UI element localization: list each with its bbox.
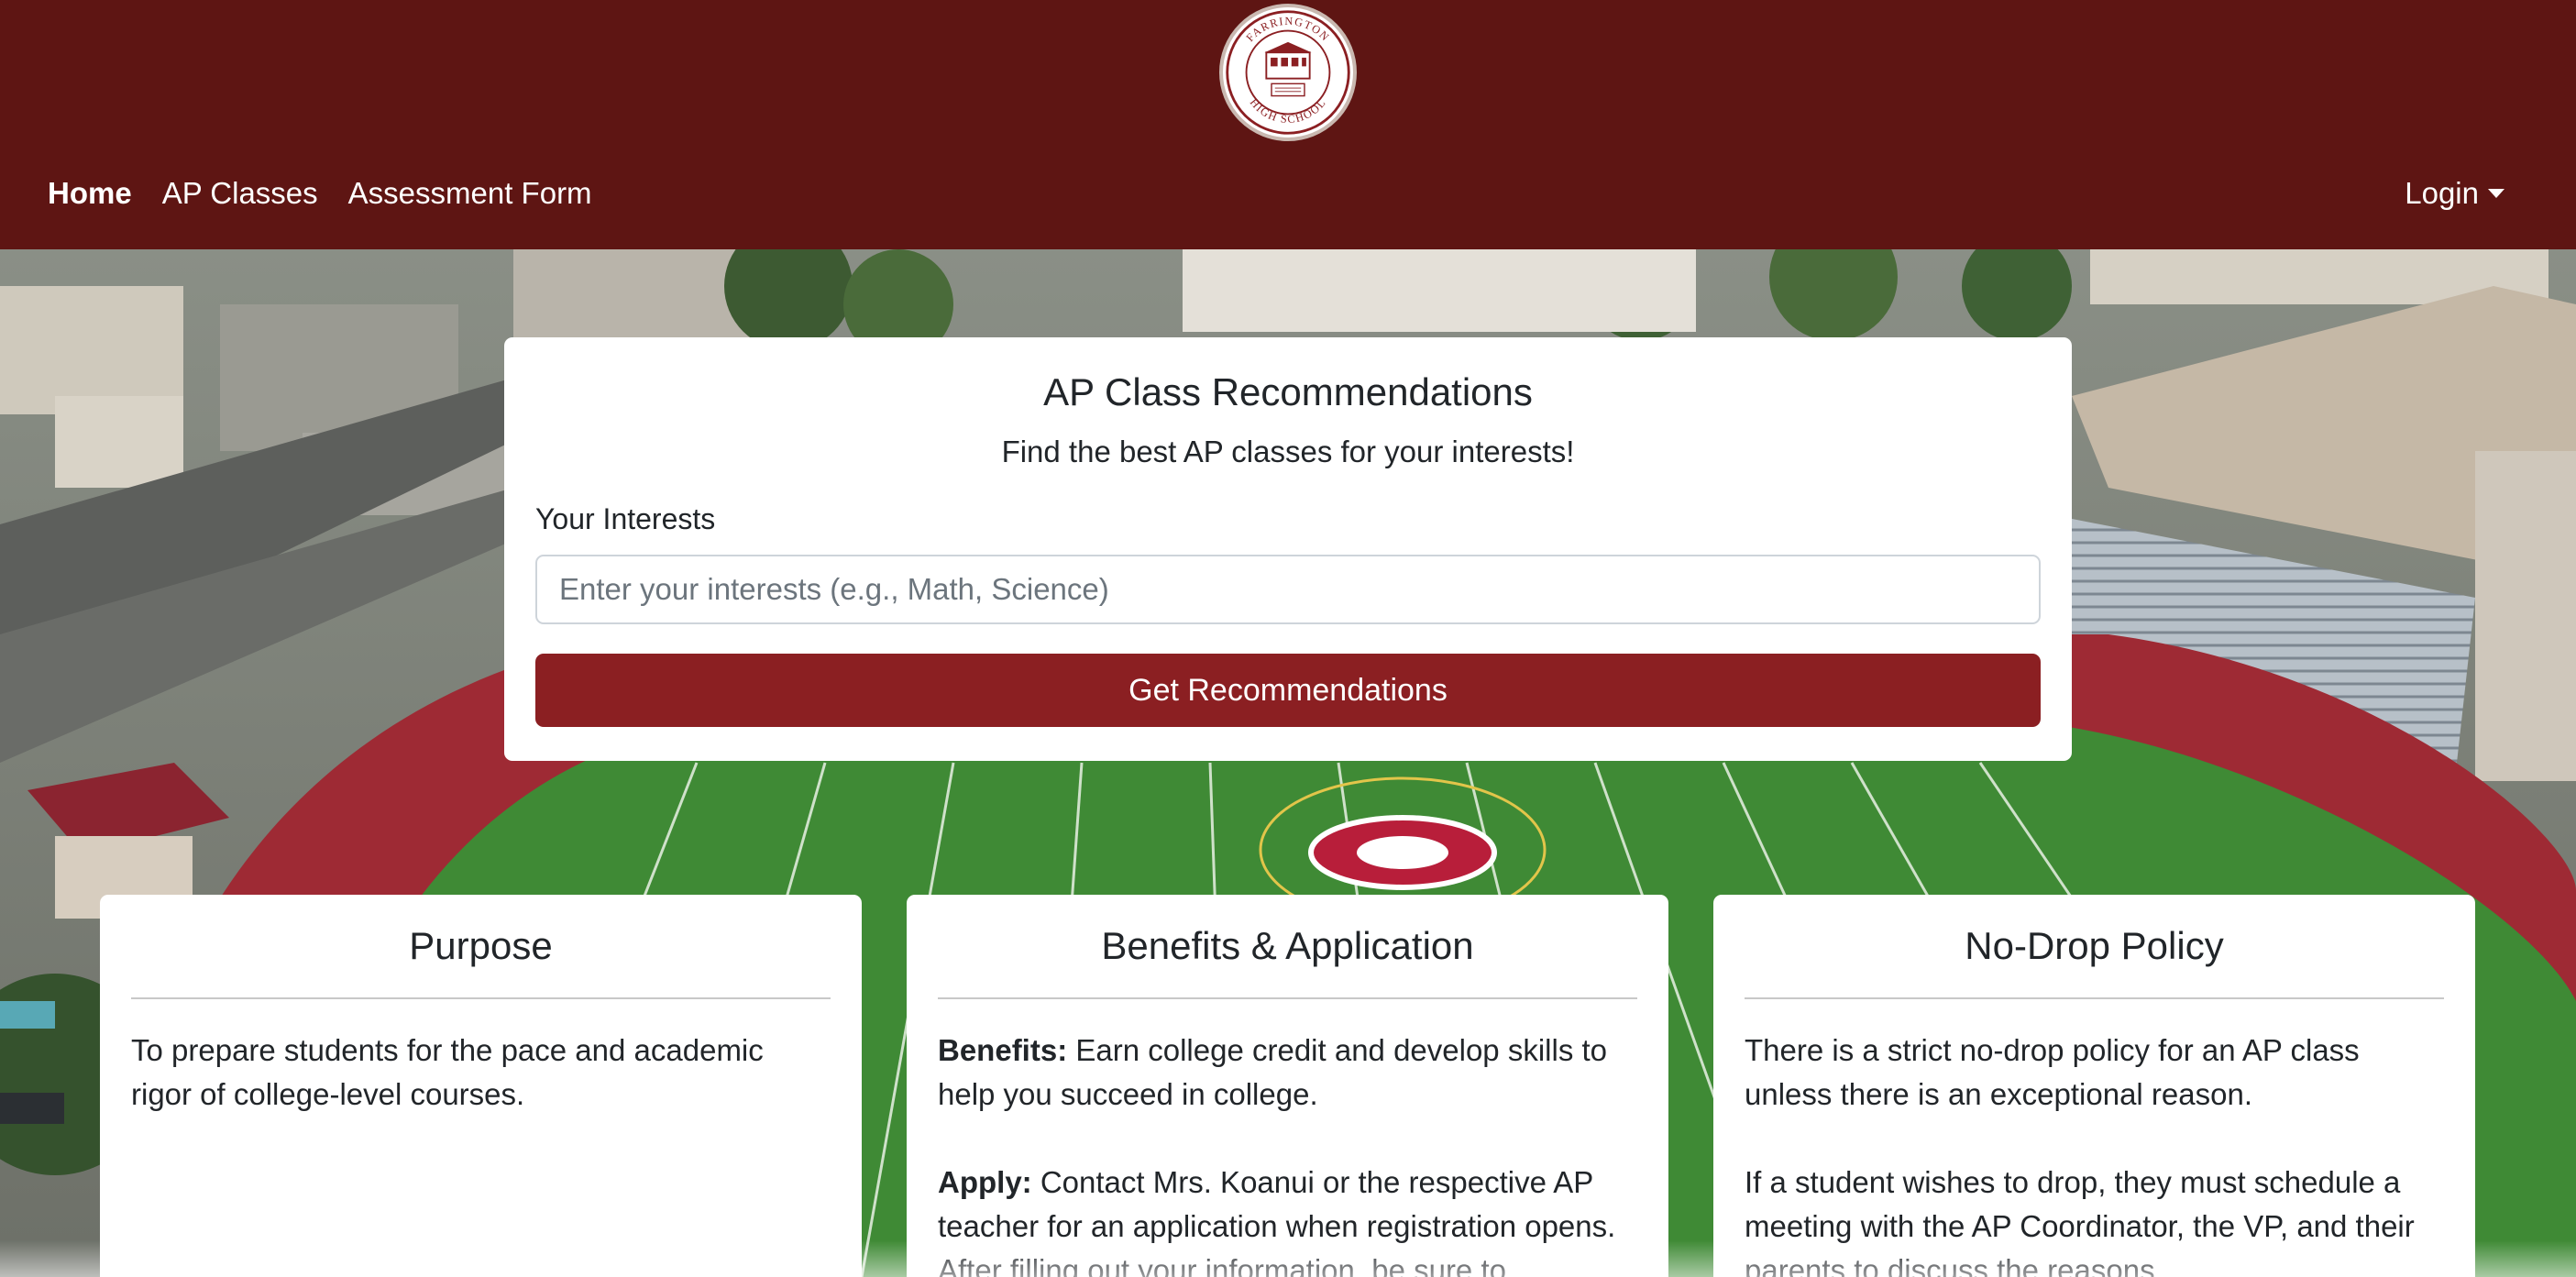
nav-link-assessment-form[interactable]: Assessment Form [348,176,592,211]
school-logo[interactable]: FARRINGTON HIGH SCHOOL [1219,4,1357,141]
no-drop-policy-text-2: If a student wishes to drop, they must s… [1745,1165,2415,1277]
apply-text: Contact Mrs. Koanui or the respective AP… [938,1165,1616,1277]
nav-link-ap-classes[interactable]: AP Classes [162,176,318,211]
login-label: Login [2405,176,2479,210]
recommendation-subtitle: Find the best AP classes for your intere… [1001,435,1575,468]
recommendation-title: AP Class Recommendations [1043,370,1533,413]
nav-link-home[interactable]: Home [48,176,132,211]
purpose-text: To prepare students for the pace and aca… [131,1033,764,1111]
get-recommendations-button[interactable]: Get Recommendations [535,654,2041,727]
no-drop-policy-text: There is a strict no-drop policy for an … [1745,1033,2360,1111]
chevron-down-icon [2488,189,2504,198]
benefits-paragraph: Benefits: Earn college credit and develo… [938,1029,1637,1117]
login-dropdown[interactable]: Login [2405,176,2504,211]
benefits-application-card: Benefits & Application Benefits: Earn co… [907,895,1668,1277]
no-drop-policy-card: No-Drop Policy There is a strict no-drop… [1713,895,2475,1277]
apply-paragraph: Apply: Contact Mrs. Koanui or the respec… [938,1161,1637,1277]
apply-label: Apply: [938,1165,1032,1199]
benefits-label: Benefits: [938,1033,1068,1067]
purpose-card: Purpose To prepare students for the pace… [100,895,862,1277]
purpose-title: Purpose [131,895,831,999]
interests-input[interactable] [535,555,2041,624]
interests-label: Your Interests [535,502,716,535]
primary-nav: Home AP Classes Assessment Form [48,176,592,211]
recommendation-card: AP Class Recommendations Find the best A… [504,337,2072,761]
school-seal-icon: FARRINGTON HIGH SCHOOL [1226,10,1350,135]
navbar: FARRINGTON HIGH SCHOOL Home AP Classes A… [0,0,2576,249]
benefits-application-title: Benefits & Application [938,895,1637,999]
no-drop-policy-title: No-Drop Policy [1745,895,2444,999]
